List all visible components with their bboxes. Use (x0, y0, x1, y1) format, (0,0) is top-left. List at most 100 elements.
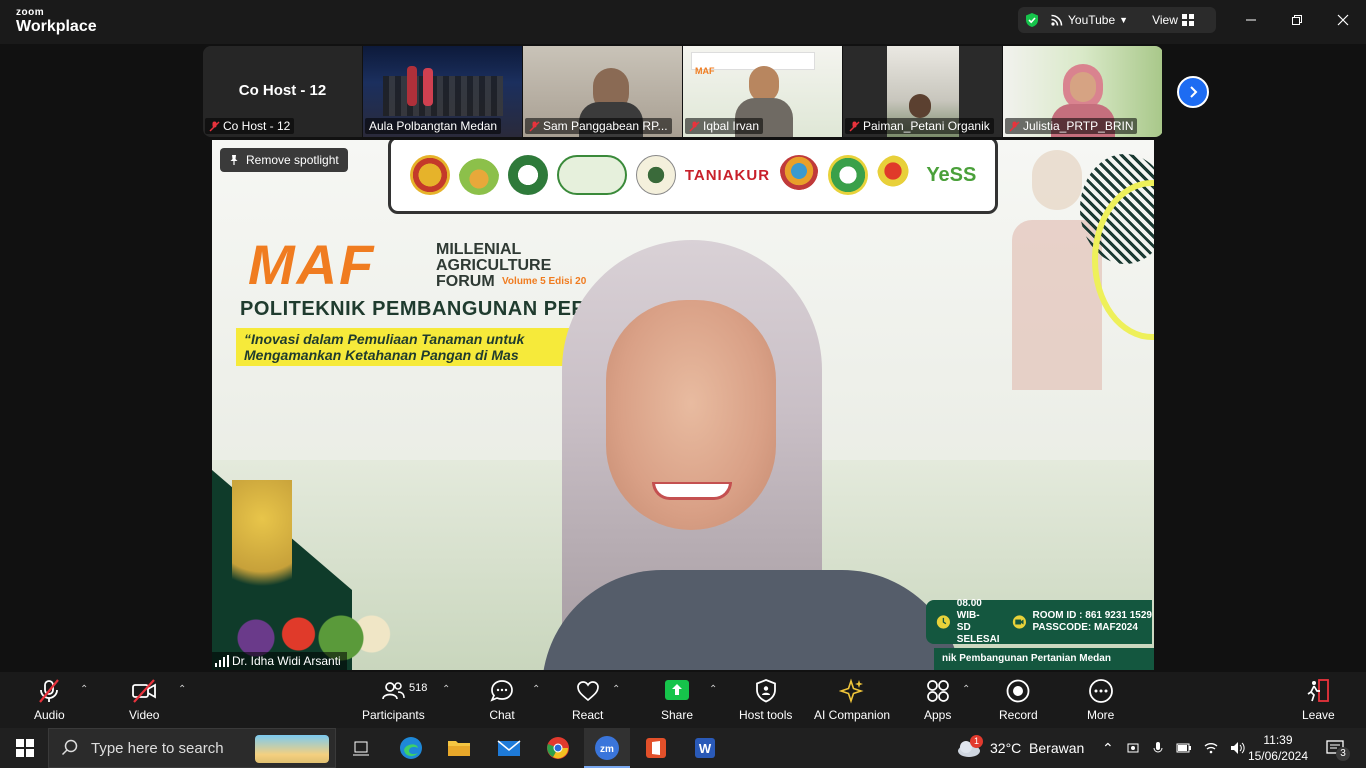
app-brand: zoom Workplace (16, 8, 97, 35)
spotlight-video[interactable]: TANIAKUR YeSS MAF MILLENIAL AGRICULTURE … (212, 140, 1154, 670)
word-app[interactable]: W (690, 733, 720, 763)
thumb-julistia[interactable]: Julistia_PRTP_BRIN (1003, 46, 1163, 137)
file-explorer-app[interactable] (444, 733, 474, 763)
thumb-name: Co Host - 12 (223, 119, 291, 133)
remove-spotlight-label: Remove spotlight (246, 153, 339, 167)
video-camera-icon (1012, 615, 1026, 629)
thumb-sam[interactable]: Sam Panggabean RP... (523, 46, 683, 137)
thumb-name: Sam Panggabean RP... (543, 119, 668, 133)
muted-mic-icon (39, 679, 60, 703)
ai-companion-button[interactable]: AI Companion (814, 678, 890, 722)
audio-options-caret[interactable]: ⌃ (80, 684, 88, 695)
clock-date: 15/06/2024 (1247, 749, 1308, 763)
muted-mic-icon (209, 121, 220, 132)
share-screen-icon (665, 680, 690, 700)
react-button[interactable]: React (572, 678, 603, 722)
logo-petani-pangan (779, 155, 820, 195)
youtube-stream-button[interactable]: YouTube ▼ (1050, 13, 1128, 27)
maf-line-1: MILLENIAL (436, 241, 522, 258)
audio-label: Audio (34, 708, 65, 722)
logo-taniakur: TANIAKUR (684, 166, 771, 184)
thumb-name: Aula Polbangtan Medan (369, 119, 498, 133)
title-bar: zoom Workplace YouTube ▼ View (0, 0, 1366, 44)
thumb-paiman[interactable]: Paiman_Petani Organik (843, 46, 1003, 137)
host-tools-label: Host tools (739, 708, 793, 722)
react-options-caret[interactable]: ⌃ (612, 684, 620, 695)
thumb-name: Iqbal Irvan (703, 119, 760, 133)
share-button[interactable]: Share (661, 678, 693, 722)
chevron-up-icon[interactable]: ⌃ (1102, 740, 1114, 757)
thumb-label: Paiman_Petani Organik (845, 118, 994, 134)
logo-green-seal (507, 155, 548, 195)
volume-icon[interactable] (1230, 741, 1246, 755)
speaker-name-tag: Dr. Idha Widi Arsanti (212, 652, 347, 670)
event-tagline: “Inovasi dalam Pemuliaan Tanaman untuk M… (236, 328, 586, 366)
chat-options-caret[interactable]: ⌃ (532, 684, 540, 695)
leave-button[interactable]: Leave (1302, 678, 1335, 722)
wifi-icon[interactable] (1204, 742, 1218, 754)
remove-spotlight-button[interactable]: Remove spotlight (220, 148, 348, 172)
folder-icon (448, 741, 470, 756)
start-button[interactable] (10, 733, 40, 763)
muted-mic-icon (1009, 121, 1020, 132)
shield-check-icon[interactable] (1024, 12, 1040, 28)
task-view-button[interactable] (346, 733, 376, 763)
apps-options-caret[interactable]: ⌃ (962, 684, 970, 695)
thumb-label: Iqbal Irvan (685, 118, 764, 134)
host-tools-button[interactable]: Host tools (739, 678, 792, 722)
participant-thumbnail-strip: Co Host - 12 Co Host - 12 Aula Polbangta… (203, 46, 1163, 137)
logo-yess: YeSS (926, 163, 977, 186)
zoom-active-indicator (584, 728, 630, 768)
restore-button[interactable] (1274, 0, 1320, 40)
thumb-aula[interactable]: Aula Polbangtan Medan (363, 46, 523, 137)
battery-icon[interactable] (1176, 742, 1192, 754)
camera-tray-icon[interactable] (1126, 741, 1140, 755)
zoom-window: zoom Workplace YouTube ▼ View Co Host - … (0, 0, 1366, 768)
video-options-caret[interactable]: ⌃ (178, 684, 186, 695)
microphone-tray-icon[interactable] (1152, 741, 1164, 755)
chevron-right-icon (1190, 86, 1198, 98)
notification-center-button[interactable]: 3 (1320, 733, 1350, 763)
muted-mic-icon (529, 121, 540, 132)
weather-widget[interactable]: 1 32°C Berawan (956, 728, 1084, 768)
edge-app[interactable] (396, 733, 426, 763)
office-app[interactable] (641, 733, 671, 763)
video-label: Video (129, 708, 160, 722)
leave-icon (1307, 679, 1330, 702)
more-button[interactable]: More (1087, 678, 1114, 722)
next-page-button[interactable] (1177, 76, 1209, 108)
apps-button[interactable]: Apps (924, 678, 951, 722)
close-button[interactable] (1320, 0, 1366, 40)
thumb-name: Julistia_PRTP_BRIN (1023, 119, 1134, 133)
taskbar-clock[interactable]: 11:39 15/06/2024 (1248, 732, 1308, 764)
taskbar-search[interactable]: Type here to search (48, 728, 336, 768)
record-icon (1006, 679, 1030, 703)
audio-button[interactable]: Audio (34, 678, 65, 722)
minimize-button[interactable] (1228, 0, 1274, 40)
thumb-iqbal[interactable]: MAF Iqbal Irvan (683, 46, 843, 137)
chrome-icon (547, 737, 569, 759)
speaker-person (542, 240, 962, 670)
brand-small: zoom (16, 7, 45, 18)
mail-app[interactable] (494, 733, 524, 763)
thumb-label: Sam Panggabean RP... (525, 118, 672, 134)
signal-bars-icon (215, 655, 229, 667)
video-button[interactable]: Video (129, 678, 159, 722)
record-button[interactable]: Record (999, 678, 1038, 722)
room-id: ROOM ID : 861 9231 1529 (1032, 610, 1152, 621)
office-icon (646, 738, 666, 758)
time-line-1: 08.00 WIB- (956, 598, 982, 621)
more-label: More (1087, 708, 1115, 722)
logo-kementan (409, 155, 450, 195)
chat-button[interactable]: Chat (489, 678, 515, 722)
thumb-cohost[interactable]: Co Host - 12 Co Host - 12 (203, 46, 363, 137)
ai-companion-label: AI Companion (814, 708, 891, 722)
tagline-line-2: Mengamankan Ketahanan Pangan di Mas (244, 347, 519, 363)
view-label: View (1152, 13, 1178, 27)
share-options-caret[interactable]: ⌃ (709, 684, 717, 695)
view-button[interactable]: View (1152, 13, 1194, 27)
logo-tree (635, 155, 676, 195)
participants-options-caret[interactable]: ⌃ (442, 684, 450, 695)
maf-title: MAF MILLENIAL AGRICULTURE FORUM Volume 5… (248, 232, 586, 297)
chrome-app[interactable] (543, 733, 573, 763)
